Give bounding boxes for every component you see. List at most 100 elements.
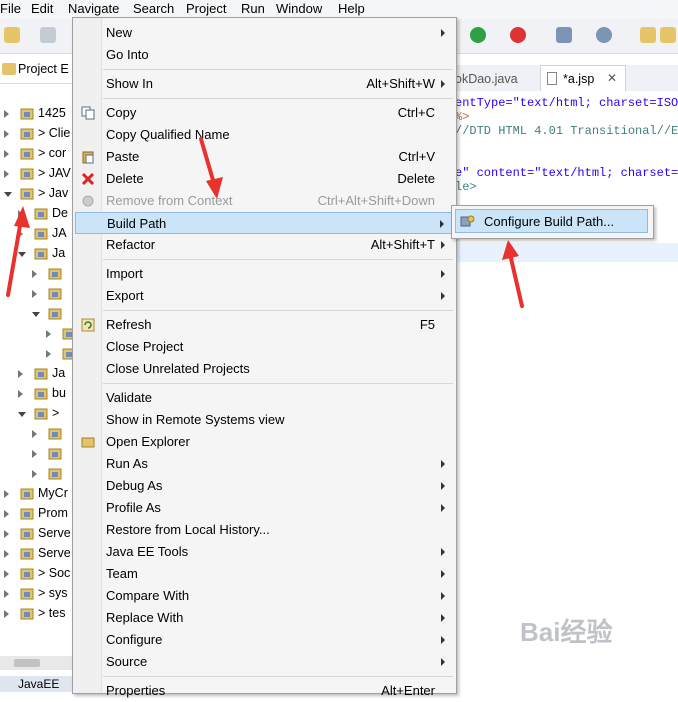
editor-tab-jsp[interactable]: *a.jsp ✕ <box>540 65 626 91</box>
menu-search[interactable]: Search <box>133 1 174 16</box>
expanded-icon[interactable] <box>32 312 40 317</box>
menu-item-show-in[interactable]: Show In Alt+Shift+W <box>75 73 453 95</box>
tree-item[interactable]: Prom <box>0 504 72 524</box>
menu-run[interactable]: Run <box>241 1 265 16</box>
tree-item[interactable]: > cor <box>0 144 72 164</box>
tree-item[interactable]: MyCr <box>0 484 72 504</box>
menu-item-profile-as[interactable]: Profile As <box>75 497 453 519</box>
tree-item[interactable] <box>0 304 72 324</box>
open-icon[interactable] <box>640 27 656 43</box>
collapsed-icon[interactable] <box>46 330 51 338</box>
menu-edit[interactable]: Edit <box>31 1 53 16</box>
collapsed-icon[interactable] <box>32 430 37 438</box>
menu-project[interactable]: Project <box>186 1 226 16</box>
collapsed-icon[interactable] <box>4 550 9 558</box>
menu-navigate[interactable]: Navigate <box>68 1 119 16</box>
expanded-icon[interactable] <box>18 412 26 417</box>
settings-icon[interactable] <box>596 27 612 43</box>
tree-item-label: 1425 <box>38 106 66 120</box>
remove-context-icon <box>81 194 95 208</box>
collapsed-icon[interactable] <box>4 510 9 518</box>
collapsed-icon[interactable] <box>4 590 9 598</box>
refresh-icon <box>81 318 95 332</box>
collapsed-icon[interactable] <box>4 150 9 158</box>
tree-item[interactable] <box>0 344 72 364</box>
project-explorer-tab-label: Project E <box>18 62 69 76</box>
menu-item-java-ee-tools[interactable]: Java EE Tools <box>75 541 453 563</box>
expanded-icon[interactable] <box>4 192 12 197</box>
run-icon[interactable] <box>470 27 486 43</box>
editor-tab-dao[interactable]: okDao.java <box>455 72 518 86</box>
menu-item-open-explorer[interactable]: Open Explorer <box>75 431 453 453</box>
tree-item[interactable]: > sys <box>0 584 72 604</box>
menu-item-restore-from-local-history[interactable]: Restore from Local History... <box>75 519 453 541</box>
menu-item-validate[interactable]: Validate <box>75 387 453 409</box>
tree-item[interactable] <box>0 324 72 344</box>
collapsed-icon[interactable] <box>4 490 9 498</box>
close-icon[interactable]: ✕ <box>607 71 617 85</box>
editor-area[interactable]: entType="text/html; charset=ISO- %>//DTD … <box>455 91 678 692</box>
menu-item-import[interactable]: Import <box>75 263 453 285</box>
menu-item-export[interactable]: Export <box>75 285 453 307</box>
menu-item-go-into[interactable]: Go Into <box>75 44 453 66</box>
scrollbar-thumb[interactable] <box>14 659 40 667</box>
menu-item-run-as[interactable]: Run As <box>75 453 453 475</box>
menu-item-new[interactable]: New <box>75 22 453 44</box>
tree-item[interactable] <box>0 424 72 444</box>
menu-item-build-path[interactable]: Build Path <box>75 212 453 234</box>
menu-item-paste[interactable]: Paste Ctrl+V <box>75 146 453 168</box>
new-icon[interactable] <box>4 27 20 43</box>
menu-item-refresh[interactable]: Refresh F5 <box>75 314 453 336</box>
tree-item[interactable]: Serve <box>0 544 72 564</box>
tree-item[interactable]: > Clie <box>0 124 72 144</box>
tool-icon[interactable] <box>556 27 572 43</box>
menu-item-team[interactable]: Team <box>75 563 453 585</box>
collapsed-icon[interactable] <box>4 610 9 618</box>
tree-item[interactable]: 1425 <box>0 104 72 124</box>
debug-icon[interactable] <box>510 27 526 43</box>
collapsed-icon[interactable] <box>46 350 51 358</box>
horizontal-scrollbar[interactable] <box>0 656 72 670</box>
menu-item-debug-as[interactable]: Debug As <box>75 475 453 497</box>
menu-item-close-project[interactable]: Close Project <box>75 336 453 358</box>
menu-item-configure[interactable]: Configure <box>75 629 453 651</box>
menu-item-properties[interactable]: Properties Alt+Enter <box>75 680 453 702</box>
menu-item-source[interactable]: Source <box>75 651 453 673</box>
menu-window[interactable]: Window <box>276 1 322 16</box>
menu-item-refactor[interactable]: Refactor Alt+Shift+T <box>75 234 453 256</box>
tree-item[interactable]: > Soc <box>0 564 72 584</box>
collapsed-icon[interactable] <box>4 110 9 118</box>
collapsed-icon[interactable] <box>4 170 9 178</box>
save-icon[interactable] <box>40 27 56 43</box>
tree-item[interactable]: Serve <box>0 524 72 544</box>
menu-item-show-in-remote-systems-view[interactable]: Show in Remote Systems view <box>75 409 453 431</box>
open-icon[interactable] <box>660 27 676 43</box>
configure-build-path-item[interactable]: Configure Build Path... <box>455 209 648 233</box>
menu-item-shortcut: Ctrl+V <box>398 149 435 164</box>
collapsed-icon[interactable] <box>18 390 23 398</box>
tree-item[interactable]: Ja <box>0 364 72 384</box>
collapsed-icon[interactable] <box>4 130 9 138</box>
collapsed-icon[interactable] <box>4 530 9 538</box>
project-explorer-tab[interactable]: Project E <box>0 57 72 84</box>
menu-item-copy[interactable]: Copy Ctrl+C <box>75 102 453 124</box>
collapsed-icon[interactable] <box>4 570 9 578</box>
menu-file[interactable]: File <box>0 1 21 16</box>
tree-item[interactable]: > tes <box>0 604 72 624</box>
menu-item-copy-qualified-name[interactable]: Copy Qualified Name <box>75 124 453 146</box>
menu-item-delete[interactable]: Delete Delete <box>75 168 453 190</box>
collapsed-icon[interactable] <box>18 370 23 378</box>
tree-item[interactable] <box>0 464 72 484</box>
bottom-tab[interactable]: JavaEE <box>0 676 72 692</box>
collapsed-icon[interactable] <box>32 470 37 478</box>
tree-item[interactable]: > <box>0 404 72 424</box>
menu-item-compare-with[interactable]: Compare With <box>75 585 453 607</box>
tree-item[interactable]: bu <box>0 384 72 404</box>
tree-item[interactable]: > JAV <box>0 164 72 184</box>
menu-help[interactable]: Help <box>338 1 365 16</box>
collapsed-icon[interactable] <box>32 450 37 458</box>
tree-item-label: > Soc <box>38 566 71 580</box>
menu-item-replace-with[interactable]: Replace With <box>75 607 453 629</box>
tree-item[interactable] <box>0 444 72 464</box>
menu-item-close-unrelated-projects[interactable]: Close Unrelated Projects <box>75 358 453 380</box>
